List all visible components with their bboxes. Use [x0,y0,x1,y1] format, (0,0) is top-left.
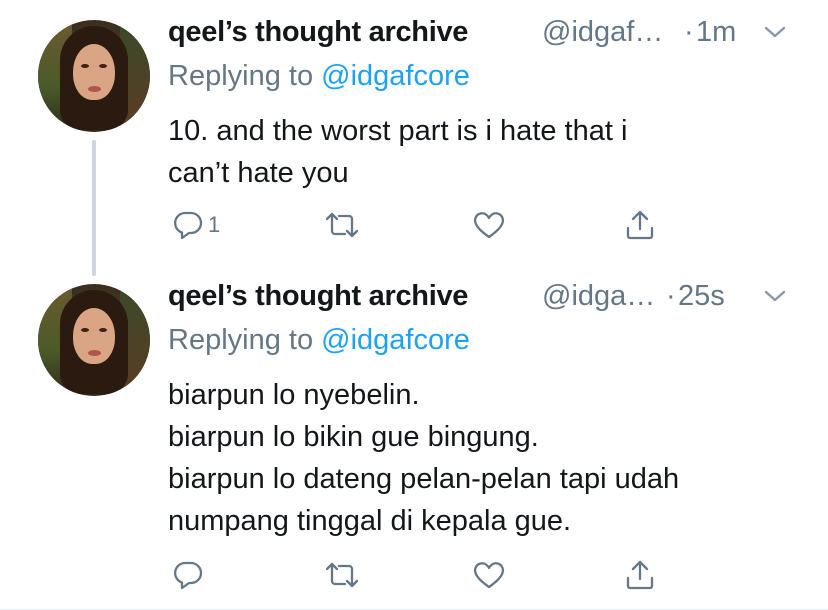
caret-down-icon[interactable] [762,22,788,42]
share-icon [626,560,654,590]
share-button[interactable] [624,558,656,592]
retweet-button[interactable] [324,558,360,592]
separator-dot: · [666,280,676,312]
tweet-text: biarpun lo nyebelin. biarpun lo bikin gu… [168,374,679,542]
like-button[interactable] [472,208,506,242]
display-name[interactable]: qeel’s thought archive [168,280,468,313]
tweet-header: qeel’s thought archive @idgaf… · 1m [168,16,828,56]
reply-icon [173,211,203,240]
like-button[interactable] [472,558,506,592]
reply-count: 1 [208,212,221,237]
separator-dot: · [684,16,694,48]
replying-prefix: Replying to [168,324,322,356]
caret-down-icon[interactable] [762,286,788,306]
tweet-header: qeel’s thought archive @idga… · 25s [168,280,828,320]
retweet-icon [325,212,359,238]
user-handle[interactable]: @idgaf… [542,16,663,49]
user-handle[interactable]: @idga… [542,280,655,313]
retweet-icon [325,562,359,588]
tweet-text-line: 10. and the worst part is i hate that i [168,115,628,147]
share-icon [626,210,654,240]
timestamp[interactable]: 25s [678,280,725,313]
like-icon [473,212,505,239]
like-icon [473,562,505,589]
replying-mention[interactable]: @idgafcore [321,60,470,92]
avatar[interactable] [38,20,150,132]
reply-button[interactable]: 1 [172,208,220,242]
retweet-button[interactable] [324,208,360,242]
tweet-text-line: biarpun lo bikin gue bingung. [168,421,539,453]
tweet-text-line: numpang tinggal di kepala gue. [168,505,572,537]
reply-icon [173,561,203,590]
avatar-column [38,284,150,396]
timestamp[interactable]: 1m [696,16,736,49]
action-bar: 1 [168,208,688,248]
replying-to: Replying to @idgafcore [168,60,470,93]
avatar[interactable] [38,284,150,396]
tweet-text-line: can’t hate you [168,157,349,189]
replying-to: Replying to @idgafcore [168,324,470,357]
tweet[interactable]: qeel’s thought archive @idga… · 25s Repl… [0,268,828,610]
display-name[interactable]: qeel’s thought archive [168,16,468,49]
tweet[interactable]: qeel’s thought archive @idgaf… · 1m Repl… [0,0,828,276]
tweet-text-line: biarpun lo dateng pelan-pelan tapi udah [168,463,680,495]
share-button[interactable] [624,208,656,242]
tweet-text: 10. and the worst part is i hate that i … [168,110,627,194]
tweet-text-line: biarpun lo nyebelin. [168,379,420,411]
replying-mention[interactable]: @idgafcore [321,324,470,356]
avatar-column [38,20,150,132]
replying-prefix: Replying to [168,60,322,92]
reply-button[interactable] [172,558,208,592]
action-bar [168,558,688,598]
thread-line [92,140,96,276]
